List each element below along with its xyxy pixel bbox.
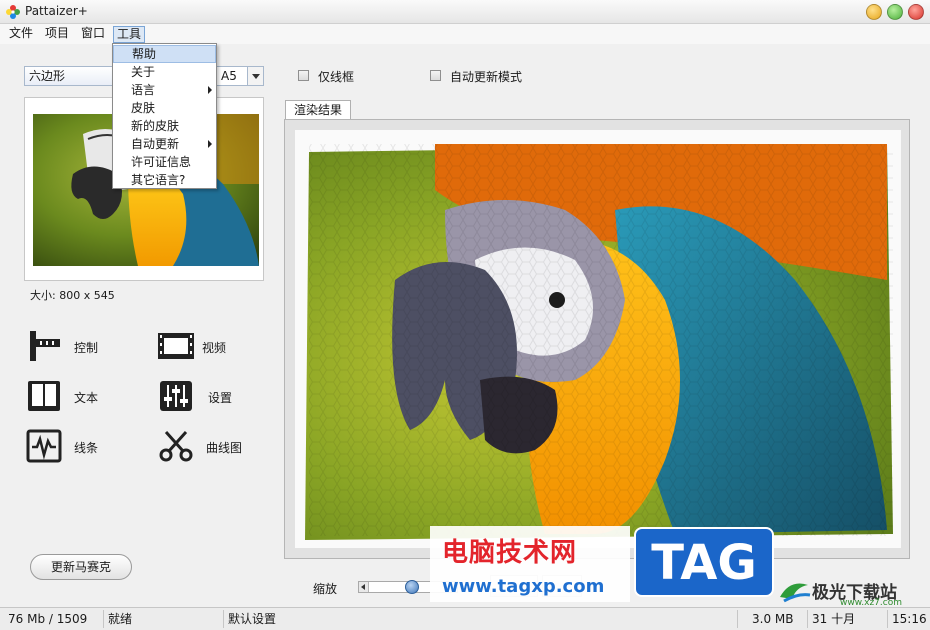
text-tool-button[interactable] (24, 379, 64, 413)
maximize-button[interactable] (887, 4, 903, 20)
ruler-icon (30, 331, 60, 361)
image-size-label: 大小: 800 x 545 (30, 289, 115, 302)
watermark-site-title: 电脑技术网 (442, 538, 578, 568)
menu-tools[interactable]: 工具 (113, 26, 146, 43)
menu-item-new-skin[interactable]: 新的皮肤 (113, 117, 216, 135)
settings-tool-button[interactable] (156, 379, 196, 413)
menu-item-label: 语言 (131, 83, 156, 97)
menu-project[interactable]: 项目 (42, 26, 72, 43)
update-mosaic-button[interactable]: 更新马赛克 (30, 554, 132, 580)
status-date: 31 十月 2023 (808, 610, 888, 628)
menu-item-label: 关于 (131, 65, 156, 79)
window-title: Pattaizer+ (25, 4, 88, 18)
control-tool-button[interactable] (24, 329, 64, 363)
wireframe-checkbox[interactable] (298, 70, 309, 81)
lines-tool-button[interactable] (24, 429, 64, 463)
menu-item-skin[interactable]: 皮肤 (113, 99, 216, 117)
menu-item-about[interactable]: 关于 (113, 63, 216, 81)
menu-item-label: 自动更新 (131, 137, 180, 151)
minimize-button[interactable] (866, 4, 882, 20)
film-icon (158, 333, 194, 359)
menu-item-label: 其它语言? (131, 173, 186, 187)
video-tool-label[interactable]: 视频 (202, 339, 226, 356)
mosaic-parrot-image (295, 130, 901, 548)
menu-item-other-languages[interactable]: 其它语言? (113, 171, 216, 189)
shape-select[interactable]: 六边形 (24, 66, 124, 86)
waveform-icon (26, 429, 62, 463)
status-memory: 76 Mb / 1509 Mb (4, 610, 104, 628)
text-tool-label[interactable]: 文本 (74, 389, 98, 406)
auto-update-label: 自动更新模式 (450, 70, 523, 84)
auto-update-checkbox[interactable] (430, 70, 441, 81)
tag-logo-text: TAG (651, 535, 757, 591)
curves-tool-label[interactable]: 曲线图 (206, 439, 242, 456)
submenu-arrow-icon (208, 86, 212, 94)
menu-bar: 文件 项目 窗口 工具 (0, 24, 930, 44)
status-preset: 默认设置 (224, 610, 738, 628)
lines-tool-label[interactable]: 线条 (74, 439, 98, 456)
tools-dropdown-menu: 帮助 关于 语言 皮肤 新的皮肤 自动更新 许可证信息 其它语言? (112, 43, 217, 189)
chevron-down-icon[interactable] (247, 67, 263, 85)
paper-size-select[interactable]: A5 (216, 66, 264, 86)
video-tool-button[interactable] (156, 329, 196, 363)
sliders-icon (160, 381, 192, 411)
book-icon (28, 381, 60, 411)
zoom-label: 缩放 (313, 582, 338, 596)
zoom-slider-thumb[interactable] (405, 580, 419, 594)
tab-render-result[interactable]: 渲染结果 (285, 100, 351, 120)
menu-item-license[interactable]: 许可证信息 (113, 153, 216, 171)
close-button[interactable] (908, 4, 924, 20)
settings-tool-label[interactable]: 设置 (208, 389, 232, 406)
menu-item-label: 新的皮肤 (131, 119, 180, 133)
tag-logo: TAG (634, 527, 774, 597)
slider-left-arrow-icon[interactable] (359, 582, 369, 592)
status-filesize: 3.0 MB (748, 610, 808, 628)
menu-item-help[interactable]: 帮助 (113, 45, 216, 63)
paper-size-value: A5 (221, 69, 237, 83)
menu-item-label: 皮肤 (131, 101, 156, 115)
menu-item-label: 帮助 (132, 47, 157, 61)
status-time: 15:16 (892, 612, 927, 626)
render-result-panel (284, 119, 910, 559)
site-watermark: 电脑技术网 www.tagxp.com (430, 526, 630, 602)
watermark-site-url: www.tagxp.com (442, 576, 605, 597)
app-logo-icon (6, 5, 20, 19)
mosaic-render-canvas (295, 130, 901, 548)
menu-item-language[interactable]: 语言 (113, 81, 216, 99)
status-bar: 76 Mb / 1509 Mb 就绪 默认设置 3.0 MB 31 十月 202… (0, 607, 930, 630)
menu-window[interactable]: 窗口 (78, 26, 108, 43)
menu-item-auto-update[interactable]: 自动更新 (113, 135, 216, 153)
menu-file[interactable]: 文件 (6, 26, 36, 43)
submenu-arrow-icon (208, 140, 212, 148)
menu-item-label: 许可证信息 (131, 155, 192, 169)
scissors-icon (159, 430, 193, 462)
title-bar: Pattaizer+ (0, 0, 930, 24)
curves-tool-button[interactable] (156, 429, 196, 463)
wireframe-label: 仅线框 (318, 70, 355, 84)
status-state: 就绪 (104, 610, 224, 628)
control-tool-label[interactable]: 控制 (74, 339, 98, 356)
